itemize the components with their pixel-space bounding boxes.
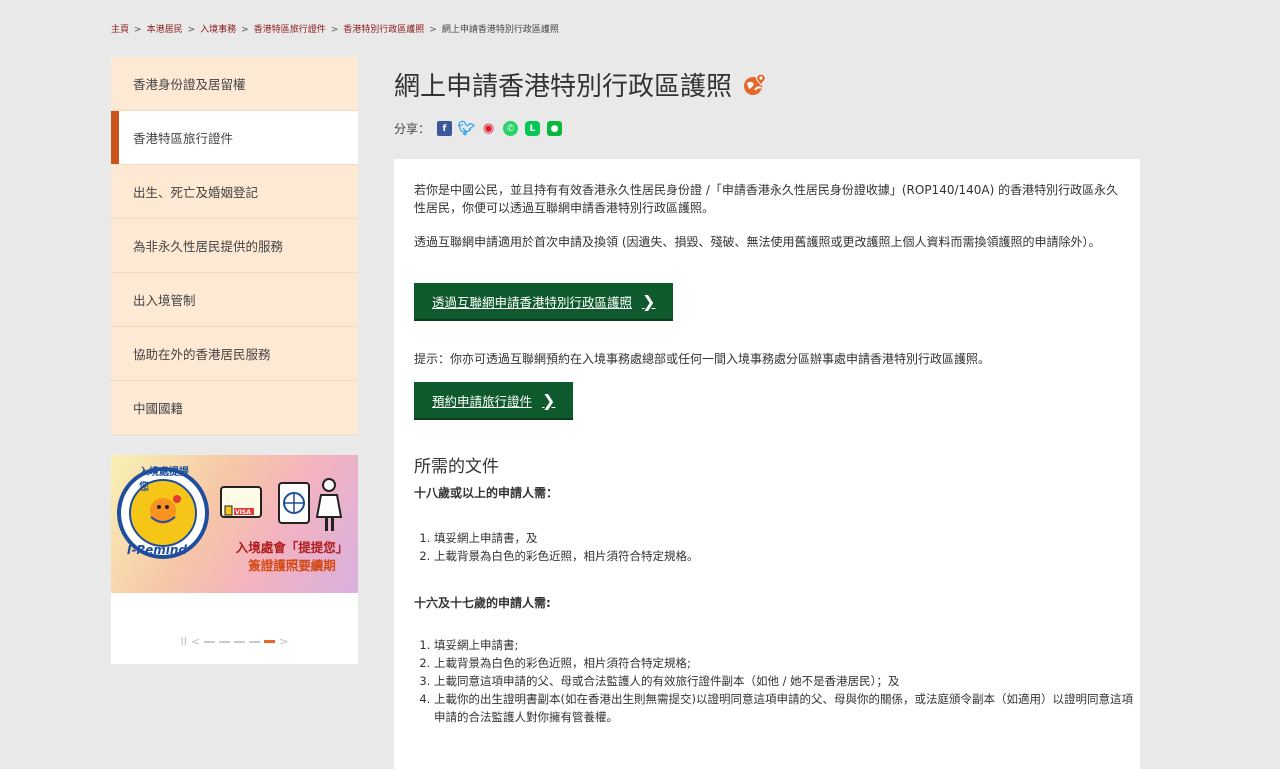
wechat-icon[interactable]: ●	[547, 121, 563, 136]
banner-visa-label: VISA	[235, 509, 251, 516]
sidebar-item-nationality[interactable]: 中國國籍	[111, 381, 358, 435]
breadcrumb-home[interactable]: 主頁	[111, 25, 129, 35]
breadcrumb-separator: >	[241, 25, 249, 35]
sidebar-item-label: 為非永久性居民提供的服務	[133, 239, 284, 254]
banner-carousel-panel: II < >	[111, 593, 358, 664]
list-item: 上載背景為白色的彩色近照，相片須符合特定規格;	[434, 654, 1134, 672]
sidebar-item-hkid[interactable]: 香港身份證及居留權	[111, 57, 358, 111]
line-icon[interactable]: L	[525, 121, 541, 136]
page-title: 網上申請香港特別行政區護照	[394, 72, 733, 102]
breadcrumb-residents[interactable]: 本港居民	[147, 25, 183, 35]
sidebar-item-label: 出生、死亡及婚姻登記	[133, 185, 259, 200]
banner-line2: 簽證護照要續期	[248, 558, 336, 573]
chevron-left-icon[interactable]: <	[191, 635, 200, 648]
chevron-right-icon[interactable]: >	[279, 635, 288, 648]
breadcrumb-current: 網上申請香港特別行政區護照	[441, 25, 559, 35]
facebook-icon[interactable]: f	[437, 121, 453, 136]
sidebar-item-assistance[interactable]: 協助在外的香港居民服務	[111, 327, 358, 381]
apply-online-label: 透過互聯網申請香港特別行政區護照	[432, 294, 633, 310]
page-title-row: 網上申請香港特別行政區護照	[394, 66, 768, 103]
carousel-controls: II < >	[111, 635, 358, 648]
adult-requirements-heading: 十八歲或以上的申請人需：	[414, 486, 559, 500]
breadcrumb-separator: >	[330, 25, 339, 35]
list-item: 上載你的出生證明書副本(如在香港出生則無需提交)以證明同意這項申請的父、母與你的…	[434, 690, 1134, 726]
share-bar: 分享： f 🐦︎ ◉ ✆ L ●	[394, 120, 563, 137]
main-content: 若你是中國公民，並且持有有效香港永久性居民身份證 /「申請香港永久性居民身份證收…	[394, 159, 1140, 769]
banner-text: 入境處會「提提您」 簽證護照要續期	[226, 539, 358, 575]
breadcrumb-travel-docs[interactable]: 香港特區旅行證件	[254, 25, 326, 35]
banner-line1: 入境處會「提提您」	[235, 540, 349, 555]
list-item: 填妥網上申請書，及	[434, 529, 1134, 547]
list-item: 填妥網上申請書;	[434, 636, 1134, 654]
carousel-dot[interactable]	[249, 640, 261, 643]
list-item: 上載背景為白色的彩色近照，相片須符合特定規格。	[434, 547, 1134, 565]
tip-paragraph: 提示：你亦可透過互聯網預約在入境事務處總部或任何一間入境事務處分區辦事處申請香港…	[414, 352, 991, 366]
twitter-icon[interactable]: 🐦︎	[458, 121, 476, 137]
sidebar-item-label: 中國國籍	[133, 401, 184, 416]
breadcrumb-immigration[interactable]: 入境事務	[200, 25, 236, 35]
globe-pin-icon	[744, 72, 766, 95]
apply-online-button[interactable]: 透過互聯網申請香港特別行政區護照 ❯	[414, 283, 674, 319]
sidebar-item-label: 協助在外的香港居民服務	[133, 347, 271, 362]
banner-logo-script: I-Remind	[127, 543, 187, 557]
whatsapp-icon[interactable]: ✆	[503, 121, 519, 136]
sidebar-nav: 香港身份證及居留權 香港特區旅行證件 出生、死亡及婚姻登記 為非永久性居民提供的…	[111, 57, 358, 435]
sidebar-item-label: 香港特區旅行證件	[133, 131, 234, 146]
docs-heading: 所需的文件	[414, 457, 499, 477]
breadcrumb: 主頁 > 本港居民 > 入境事務 > 香港特區旅行證件 > 香港特別行政區護照 > 網上申請香港特別…	[111, 22, 559, 35]
breadcrumb-separator: >	[429, 25, 437, 35]
scope-paragraph: 透過互聯網申請適用於首次申請及換領 (因遺失、損毀、殘破、無法使用舊護照或更改護…	[414, 235, 1101, 249]
intro-paragraph: 若你是中國公民，並且持有有效香港永久性居民身份證 /「申請香港永久性居民身份證收…	[414, 183, 1119, 215]
book-appointment-button[interactable]: 預約申請旅行證件 ❯	[414, 382, 574, 418]
list-item: 上載同意這項申請的父、母或合法監護人的有效旅行證件副本（如他 / 她不是香港居民…	[434, 672, 1134, 690]
weibo-icon[interactable]: ◉	[481, 121, 496, 136]
sidebar-item-non-permanent[interactable]: 為非永久性居民提供的服務	[111, 219, 358, 273]
carousel-dot[interactable]	[234, 640, 246, 643]
minor-requirements-heading: 十六及十七歲的申請人需:	[414, 596, 551, 610]
i-remind-banner[interactable]: 入境處提提您 I-Remind VISA 入境處會「提提您」 簽證護照要續期	[111, 455, 358, 593]
sidebar-item-label: 出入境管制	[133, 293, 196, 308]
sidebar-item-control[interactable]: 出入境管制	[111, 273, 358, 327]
carousel-dot[interactable]	[219, 640, 231, 643]
minor-requirements-list: 填妥網上申請書; 上載背景為白色的彩色近照，相片須符合特定規格; 上載同意這項申…	[414, 636, 1134, 726]
sidebar-item-travel-docs[interactable]: 香港特區旅行證件	[111, 111, 358, 165]
book-appointment-label: 預約申請旅行證件	[432, 393, 533, 409]
breadcrumb-separator: >	[134, 25, 142, 35]
sidebar-item-registration[interactable]: 出生、死亡及婚姻登記	[111, 165, 358, 219]
chevron-right-icon: ❯	[542, 390, 556, 410]
sidebar-item-label: 香港身份證及居留權	[133, 77, 246, 92]
carousel-dot[interactable]	[204, 640, 216, 643]
pause-icon[interactable]: II	[181, 635, 188, 648]
banner-logo-text: 入境處提提您	[139, 467, 189, 493]
adult-requirements-list: 填妥網上申請書，及 上載背景為白色的彩色近照，相片須符合特定規格。	[414, 529, 1134, 565]
breadcrumb-separator: >	[187, 25, 196, 35]
breadcrumb-passport[interactable]: 香港特別行政區護照	[343, 25, 424, 35]
carousel-dot-active[interactable]	[264, 640, 276, 643]
chevron-right-icon: ❯	[642, 291, 656, 311]
share-label: 分享：	[394, 122, 431, 136]
